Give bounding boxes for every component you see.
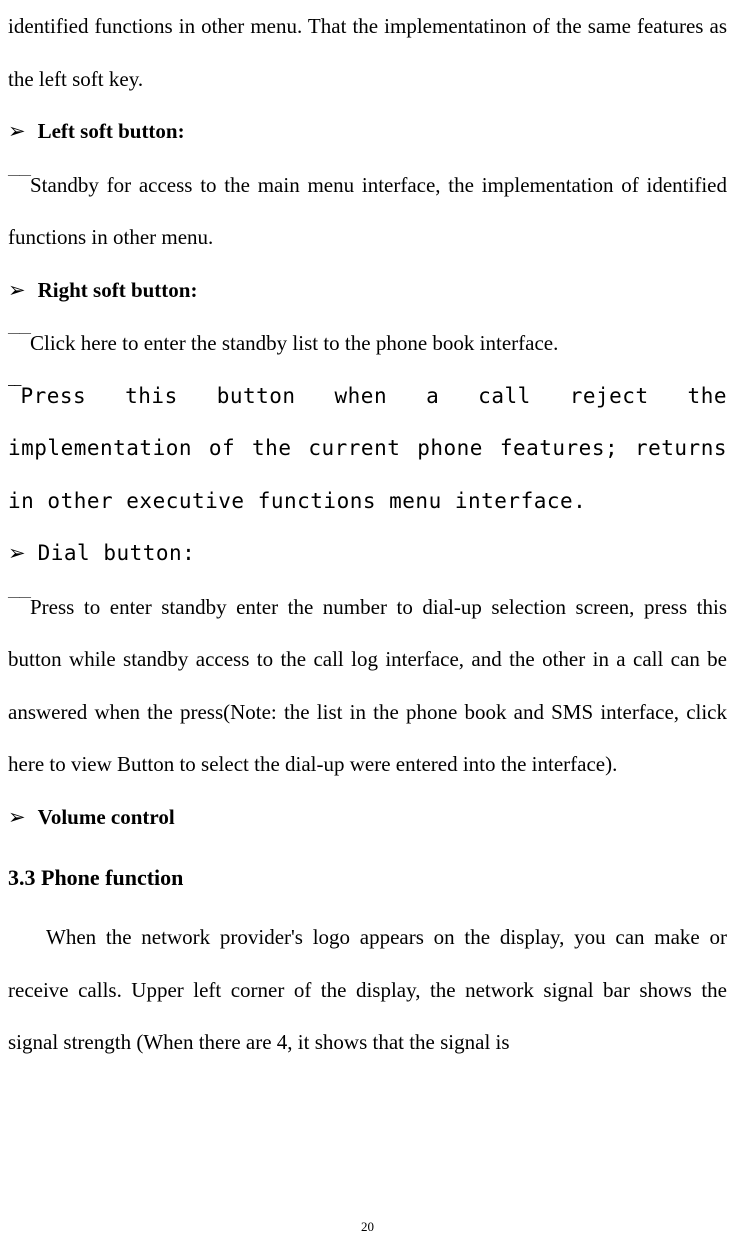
- dial-body: ——Press to enter standby enter the numbe…: [8, 581, 727, 791]
- bullet-right-soft-title: Right soft button:: [38, 264, 198, 317]
- bullet-right-soft: ➢ Right soft button:: [8, 264, 727, 318]
- intro-paragraph: identified functions in other menu. That…: [8, 0, 727, 105]
- right-soft-body1-text: Click here to enter the standby list to …: [30, 331, 558, 355]
- bullet-volume: ➢ Volume control: [8, 791, 727, 845]
- arrow-icon: ➢: [8, 106, 26, 159]
- bullet-volume-title: Volume control: [38, 791, 175, 844]
- phone-function-body: When the network provider's logo appears…: [8, 911, 727, 1069]
- dash-icon: ——: [8, 378, 20, 392]
- page-number: 20: [0, 1219, 735, 1235]
- dash-icon: ——: [8, 325, 30, 339]
- right-soft-body2-text: Press this button when a call reject the…: [8, 384, 727, 513]
- arrow-icon: ➢: [8, 265, 26, 318]
- dial-body-text: Press to enter standby enter the number …: [8, 595, 727, 777]
- bullet-dial: ➢ Dial button:: [8, 527, 727, 581]
- arrow-icon: ➢: [8, 528, 26, 581]
- left-soft-body-text: Standby for access to the main menu inte…: [8, 173, 727, 250]
- left-soft-body: ——Standby for access to the main menu in…: [8, 159, 727, 264]
- bullet-left-soft: ➢ Left soft button:: [8, 105, 727, 159]
- bullet-dial-title: Dial button:: [38, 527, 196, 580]
- right-soft-body1: ——Click here to enter the standby list t…: [8, 317, 727, 370]
- arrow-icon: ➢: [8, 792, 26, 845]
- section-heading-phone-function: 3.3 Phone function: [8, 850, 727, 905]
- bullet-left-soft-title: Left soft button:: [38, 105, 185, 158]
- right-soft-body2: ——Press this button when a call reject t…: [8, 370, 727, 528]
- dash-icon: ——: [8, 167, 30, 181]
- dash-icon: ——: [8, 589, 30, 603]
